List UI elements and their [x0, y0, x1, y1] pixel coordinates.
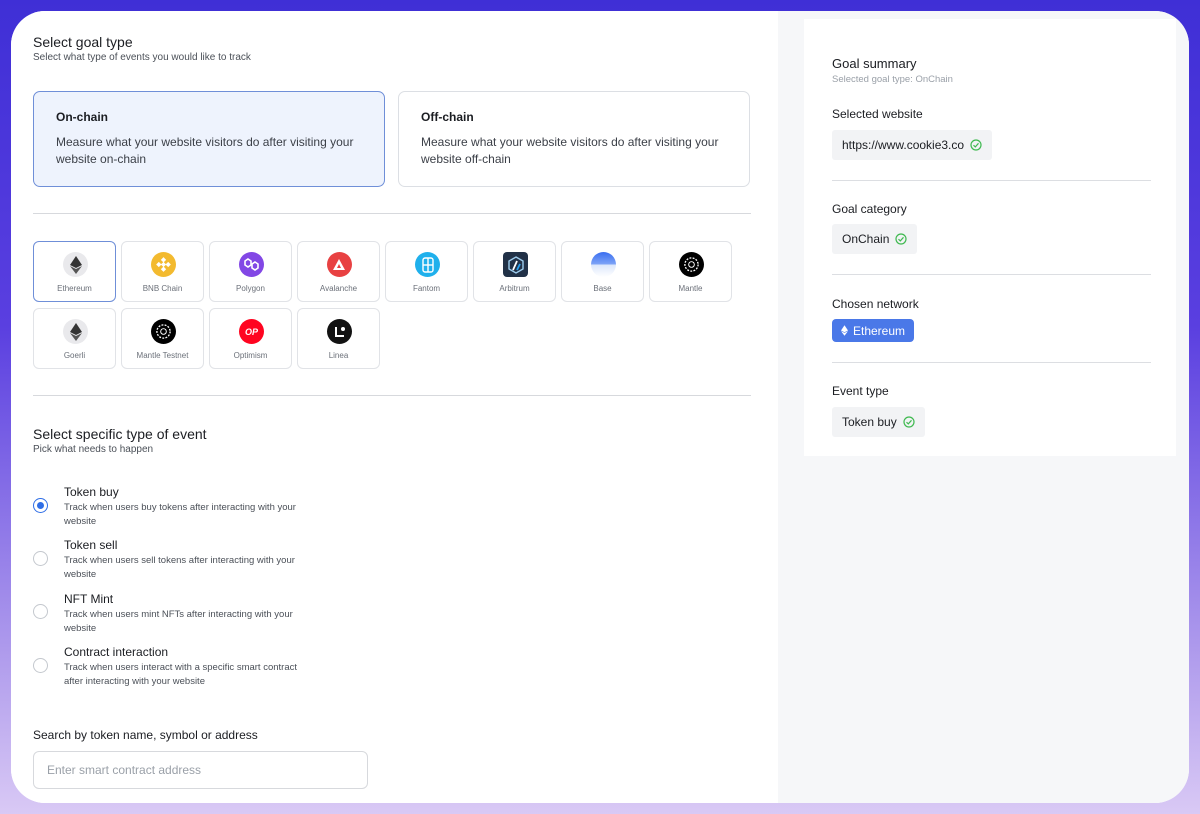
- avalanche-icon: [327, 252, 352, 277]
- event-option-token-buy[interactable]: Token buy Track when users buy tokens af…: [64, 485, 364, 529]
- network-label: Optimism: [233, 351, 268, 360]
- event-type-chip: Token buy: [832, 407, 925, 437]
- linea-icon: [327, 319, 352, 344]
- selected-website-chip: https://www.cookie3.co: [832, 130, 993, 160]
- goal-category-value: OnChain: [842, 232, 890, 246]
- divider: [832, 362, 1151, 363]
- app-window: Select goal type Select what type of eve…: [11, 11, 1189, 803]
- event-option-title: Contract interaction: [64, 645, 169, 659]
- network-mantle[interactable]: Mantle: [649, 241, 732, 302]
- event-option-token-sell[interactable]: Token sell Track when users sell tokens …: [64, 538, 364, 582]
- event-option-desc: Track when users mint NFTs after interac…: [64, 609, 293, 620]
- event-radio-token-sell[interactable]: [33, 551, 48, 566]
- event-type-value: Token buy: [842, 415, 897, 429]
- event-option-desc: website: [64, 516, 97, 527]
- network-polygon[interactable]: Polygon: [209, 241, 292, 302]
- network-label: Avalanche: [319, 284, 358, 293]
- goal-category-label: Goal category: [832, 202, 907, 216]
- network-arbitrum[interactable]: Arbitrum: [473, 241, 556, 302]
- selected-website-label: Selected website: [832, 107, 923, 121]
- event-option-desc: Track when users interact with a specifi…: [64, 662, 298, 673]
- summary-panel: Goal summary Selected goal type: OnChain…: [778, 11, 1189, 803]
- fantom-icon: [415, 252, 440, 277]
- contract-address-input[interactable]: [33, 751, 368, 789]
- network-bnb-chain[interactable]: BNB Chain: [121, 241, 204, 302]
- goal-type-title: Select goal type: [33, 34, 133, 50]
- mantle-icon: [679, 252, 704, 277]
- ethereum-icon: [63, 252, 88, 277]
- ethereum-icon: [841, 325, 848, 336]
- event-radio-contract-interaction[interactable]: [33, 658, 48, 673]
- network-linea[interactable]: Linea: [297, 308, 380, 369]
- goal-option-desc: Measure what your website visitors do af…: [421, 135, 719, 166]
- event-option-title: Token sell: [64, 538, 118, 552]
- chosen-network-label: Chosen network: [832, 297, 919, 311]
- goal-option-title: On-chain: [56, 110, 109, 124]
- chosen-network-chip: Ethereum: [832, 319, 915, 342]
- goal-option-desc: Measure what your website visitors do af…: [56, 135, 354, 166]
- arbitrum-icon: [503, 252, 528, 277]
- network-avalanche[interactable]: Avalanche: [297, 241, 380, 302]
- event-option-desc: website: [64, 569, 97, 580]
- network-optimism[interactable]: OP Optimism: [209, 308, 292, 369]
- event-option-desc: after interacting with your website: [64, 676, 205, 687]
- event-type-title: Select specific type of event: [33, 426, 207, 442]
- check-circle-icon: [903, 416, 915, 428]
- network-ethereum[interactable]: Ethereum: [33, 241, 116, 302]
- network-label: Arbitrum: [499, 284, 530, 293]
- divider: [832, 274, 1151, 275]
- summary-subtitle: Selected goal type: OnChain: [832, 74, 953, 85]
- divider: [33, 213, 751, 214]
- event-type-subtitle: Pick what needs to happen: [33, 444, 154, 455]
- network-label: Ethereum: [57, 284, 92, 293]
- network-label: Goerli: [63, 351, 86, 360]
- bnb-icon: [151, 252, 176, 277]
- event-option-desc: Track when users sell tokens after inter…: [64, 555, 295, 566]
- selected-website-value: https://www.cookie3.co: [842, 138, 965, 152]
- divider: [33, 395, 751, 396]
- network-base[interactable]: Base: [561, 241, 644, 302]
- event-option-desc: website: [64, 623, 97, 634]
- goal-option-offchain[interactable]: Off-chain Measure what your website visi…: [398, 91, 750, 187]
- event-option-title: Token buy: [64, 485, 119, 499]
- polygon-icon: [239, 252, 264, 277]
- mantle-icon: [151, 319, 176, 344]
- goal-form-panel: Select goal type Select what type of eve…: [11, 11, 778, 803]
- goal-option-title: Off-chain: [421, 110, 474, 124]
- network-goerli[interactable]: Goerli: [33, 308, 116, 369]
- search-label: Search by token name, symbol or address: [33, 728, 258, 742]
- event-type-label: Event type: [832, 384, 889, 398]
- network-label: Base: [593, 284, 612, 293]
- chosen-network-value: Ethereum: [853, 323, 906, 338]
- goal-category-chip: OnChain: [832, 224, 918, 254]
- divider: [832, 180, 1151, 181]
- goal-type-subtitle: Select what type of events you would lik…: [33, 52, 251, 63]
- check-circle-icon: [895, 233, 907, 245]
- event-option-contract-interaction[interactable]: Contract interaction Track when users in…: [64, 645, 364, 689]
- event-option-title: NFT Mint: [64, 592, 114, 606]
- optimism-icon: OP: [239, 319, 264, 344]
- event-radio-token-buy[interactable]: [33, 498, 48, 513]
- network-label: Fantom: [412, 284, 441, 293]
- event-radio-nft-mint[interactable]: [33, 604, 48, 619]
- check-circle-icon: [970, 139, 982, 151]
- network-label: Polygon: [236, 284, 265, 293]
- goal-summary-card: Goal summary Selected goal type: OnChain…: [804, 19, 1176, 456]
- network-label: BNB Chain: [142, 284, 183, 293]
- network-mantle-testnet[interactable]: Mantle Testnet: [121, 308, 204, 369]
- network-label: Mantle Testnet: [136, 351, 189, 360]
- goal-option-onchain[interactable]: On-chain Measure what your website visit…: [33, 91, 385, 187]
- ethereum-icon: [63, 319, 88, 344]
- event-option-nft-mint[interactable]: NFT Mint Track when users mint NFTs afte…: [64, 592, 364, 636]
- network-label: Mantle: [678, 284, 703, 293]
- network-label: Linea: [328, 351, 349, 360]
- summary-title: Goal summary: [832, 56, 917, 71]
- network-fantom[interactable]: Fantom: [385, 241, 468, 302]
- event-option-desc: Track when users buy tokens after intera…: [64, 502, 296, 513]
- base-icon: [591, 252, 616, 277]
